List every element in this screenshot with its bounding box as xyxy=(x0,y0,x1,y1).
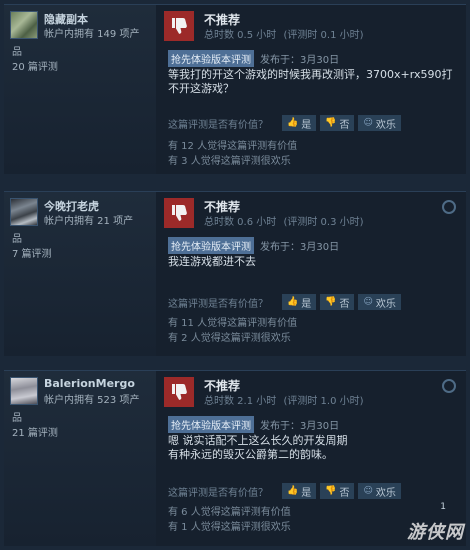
thumbs-down-small-icon: 👎 xyxy=(325,486,337,496)
avatar[interactable] xyxy=(10,11,38,39)
vote-yes-button[interactable]: 👍 是 xyxy=(282,294,317,310)
helpful-row: 这篇评测是否有价值？ 👍 是 👎 否 ☺ 欢乐 xyxy=(168,294,405,310)
smiley-icon: ☺ xyxy=(363,486,373,496)
vote-yes-label: 是 xyxy=(301,487,312,499)
posted-date: 发布于：3月30日 xyxy=(260,421,340,432)
vote-yes-label: 是 xyxy=(301,119,312,131)
vote-funny-button[interactable]: ☺ 欢乐 xyxy=(358,115,401,131)
review-body: 不推荐 总时数 0.6 小时 (评测时 0.3 小时) 抢先体验版本评测 发布于：… xyxy=(162,192,466,356)
vote-yes-button[interactable]: 👍 是 xyxy=(282,115,317,131)
vote-funny-label: 欢乐 xyxy=(375,298,396,310)
early-access-badge: 抢先体验版本评测 xyxy=(168,416,254,433)
helpful-question: 这篇评测是否有价值？ xyxy=(168,119,268,131)
posted-date: 发布于：3月30日 xyxy=(260,242,340,253)
review-text: 嗯 说实话配不上这么长久的开发周期 有种永远的毁灭公爵第二的韵味。 xyxy=(168,434,348,461)
helpful-row: 这篇评测是否有价值？ 👍 是 👎 否 ☺ 欢乐 xyxy=(168,483,405,499)
thumbs-up-icon: 👍 xyxy=(287,297,299,307)
review-text: 我连游戏都进不去 xyxy=(168,255,256,268)
smiley-icon: ☺ xyxy=(363,297,373,307)
thumbs-down-small-icon: 👎 xyxy=(325,118,337,128)
vote-no-button[interactable]: 👎 否 xyxy=(320,483,355,499)
vote-no-label: 否 xyxy=(339,119,350,131)
reviewer-panel: 今晚打老虎 帐户内拥有 21 项产 品 7 篇评测 xyxy=(4,192,156,356)
thumbs-up-icon: 👍 xyxy=(287,118,299,128)
vote-funny-label: 欢乐 xyxy=(375,119,396,131)
avatar[interactable] xyxy=(10,198,38,226)
vote-no-button[interactable]: 👎 否 xyxy=(320,294,355,310)
reviewer-name[interactable]: BalerionMergo xyxy=(44,377,135,390)
reviewer-panel: BalerionMergo 帐户内拥有 523 项产 品 21 篇评测 xyxy=(4,371,156,546)
reviewer-name[interactable]: 隐藏副本 xyxy=(44,11,88,27)
vote-yes-label: 是 xyxy=(301,298,312,310)
review-hours: (评测时 0.3 小时) xyxy=(283,217,364,228)
reviewer-name[interactable]: 今晚打老虎 xyxy=(44,198,99,214)
thumbs-down-icon xyxy=(164,11,194,41)
helpful-question: 这篇评测是否有价值？ xyxy=(168,298,268,310)
review-card: BalerionMergo 帐户内拥有 523 项产 品 21 篇评测 不推荐 … xyxy=(4,370,466,546)
playtime: 总时数 0.6 小时 (评测时 0.3 小时) xyxy=(204,213,368,228)
products-owned[interactable]: 帐户内拥有 523 项产 xyxy=(44,393,152,409)
playtime: 总时数 0.5 小时 (评测时 0.1 小时) xyxy=(204,26,368,41)
funny-count: 有 1 人觉得这篇评测很欢乐 xyxy=(168,522,291,533)
vote-stats: 有 11 人觉得这篇评测有价值 有 2 人觉得这篇评测很欢乐 xyxy=(168,316,297,346)
reviewer-panel: 隐藏副本 帐户内拥有 149 项产 品 20 篇评测 xyxy=(4,5,156,174)
steam-icon xyxy=(442,379,456,393)
review-hours: (评测时 0.1 小时) xyxy=(283,30,364,41)
total-hours: 总时数 2.1 小时 xyxy=(204,396,277,407)
helpful-question: 这篇评测是否有价值？ xyxy=(168,487,268,499)
thumbs-down-icon xyxy=(164,198,194,228)
products-owned[interactable]: 帐户内拥有 149 项产 xyxy=(44,27,152,43)
review-hours: (评测时 1.0 小时) xyxy=(283,396,364,407)
review-body: 不推荐 总时数 0.5 小时 (评测时 0.1 小时) 抢先体验版本评测 发布于：… xyxy=(162,5,466,174)
vote-funny-button[interactable]: ☺ 欢乐 xyxy=(358,483,401,499)
review-text: 等我打的开这个游戏的时候我再改测评，3700x+rx590打不开这游戏？ xyxy=(168,68,453,95)
helpful-count: 有 12 人觉得这篇评测有价值 xyxy=(168,141,298,152)
total-hours: 总时数 0.6 小时 xyxy=(204,217,277,228)
vote-funny-label: 欢乐 xyxy=(375,487,396,499)
posted-date: 发布于：3月30日 xyxy=(260,55,340,66)
review-meta: 抢先体验版本评测 发布于：3月30日 xyxy=(168,416,339,433)
products-owned[interactable]: 帐户内拥有 21 项产 xyxy=(44,214,152,230)
early-access-badge: 抢先体验版本评测 xyxy=(168,50,254,67)
vote-stats: 有 6 人觉得这篇评测有价值 有 1 人觉得这篇评测很欢乐 xyxy=(168,505,291,535)
reviews-count[interactable]: 20 篇评测 xyxy=(12,58,58,73)
helpful-count: 有 11 人觉得这篇评测有价值 xyxy=(168,318,298,329)
avatar[interactable] xyxy=(10,377,38,405)
helpful-row: 这篇评测是否有价值？ 👍 是 👎 否 ☺ 欢乐 xyxy=(168,115,405,131)
review-card: 隐藏副本 帐户内拥有 149 项产 品 20 篇评测 不推荐 总时数 0.5 小… xyxy=(4,4,466,174)
funny-count: 有 2 人觉得这篇评测很欢乐 xyxy=(168,333,291,344)
funny-count: 有 3 人觉得这篇评测很欢乐 xyxy=(168,156,291,167)
thumbs-down-small-icon: 👎 xyxy=(325,297,337,307)
smiley-icon: ☺ xyxy=(363,118,373,128)
review-card: 今晚打老虎 帐户内拥有 21 项产 品 7 篇评测 不推荐 总时数 0.6 小时… xyxy=(4,191,466,356)
vote-no-label: 否 xyxy=(339,298,350,310)
products-owned-wrap[interactable]: 品 xyxy=(12,230,22,245)
watermark-logo: 游侠网 xyxy=(407,522,464,543)
steam-icon xyxy=(442,200,456,214)
vote-yes-button[interactable]: 👍 是 xyxy=(282,483,317,499)
page-number: 1 xyxy=(440,502,446,512)
reviews-count[interactable]: 21 篇评测 xyxy=(12,424,58,439)
review-meta: 抢先体验版本评测 发布于：3月30日 xyxy=(168,237,339,254)
helpful-count: 有 6 人觉得这篇评测有价值 xyxy=(168,507,291,518)
vote-stats: 有 12 人觉得这篇评测有价值 有 3 人觉得这篇评测很欢乐 xyxy=(168,139,297,169)
total-hours: 总时数 0.5 小时 xyxy=(204,30,277,41)
early-access-badge: 抢先体验版本评测 xyxy=(168,237,254,254)
thumbs-up-icon: 👍 xyxy=(287,486,299,496)
products-owned-wrap[interactable]: 品 xyxy=(12,43,22,58)
playtime: 总时数 2.1 小时 (评测时 1.0 小时) xyxy=(204,392,368,407)
thumbs-down-icon xyxy=(164,377,194,407)
vote-no-button[interactable]: 👎 否 xyxy=(320,115,355,131)
reviews-count[interactable]: 7 篇评测 xyxy=(12,245,52,260)
vote-funny-button[interactable]: ☺ 欢乐 xyxy=(358,294,401,310)
products-owned-wrap[interactable]: 品 xyxy=(12,409,22,424)
vote-no-label: 否 xyxy=(339,487,350,499)
review-meta: 抢先体验版本评测 发布于：3月30日 xyxy=(168,50,339,67)
